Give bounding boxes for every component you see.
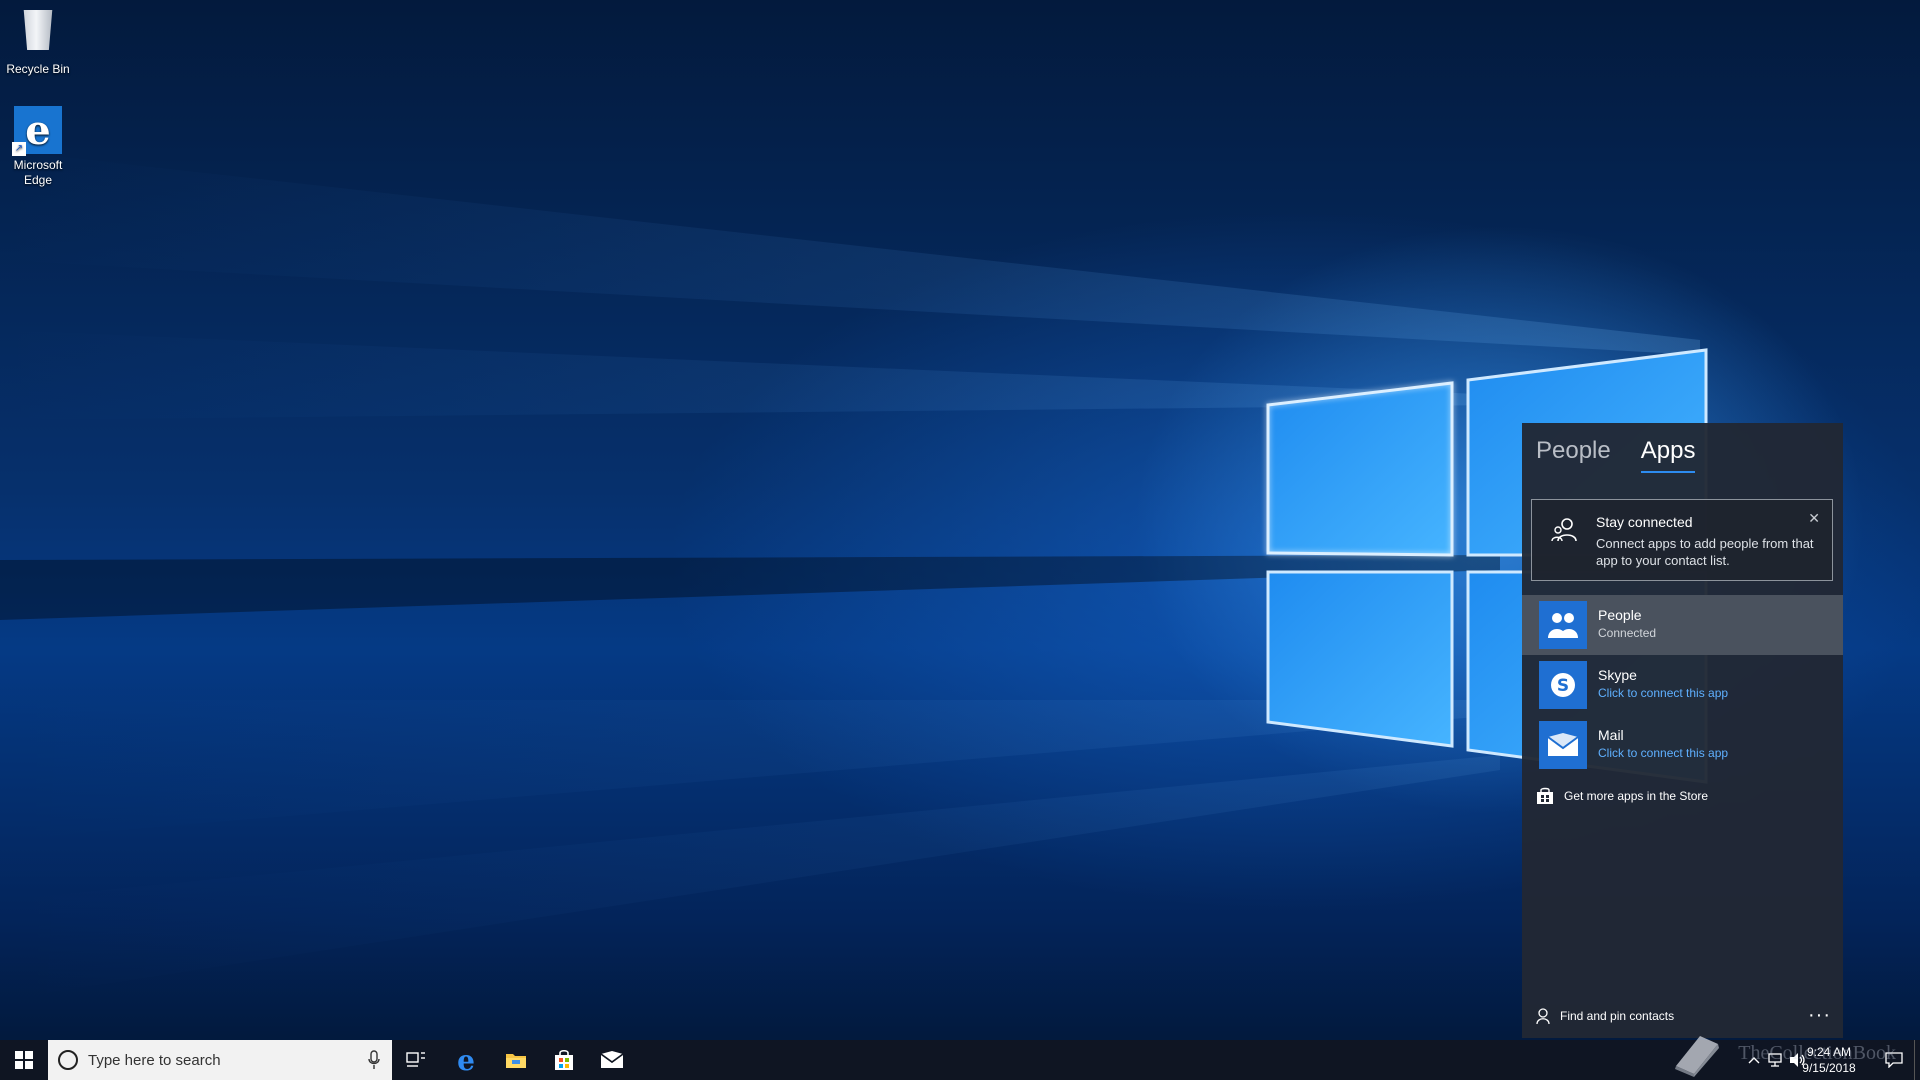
flyout-tabs: People Apps [1536, 437, 1696, 473]
people-flyout: People Apps Stay connected Connect apps … [1522, 423, 1843, 1038]
app-item-people[interactable]: People Connected [1522, 595, 1843, 655]
start-button[interactable] [0, 1040, 48, 1080]
watermark-book-icon [1675, 1036, 1719, 1077]
search-input[interactable] [88, 1051, 348, 1069]
desktop-icon-recycle-bin[interactable]: Recycle Bin [0, 6, 76, 77]
person-icon [1536, 1008, 1550, 1024]
skype-icon: S [1539, 661, 1587, 709]
microphone-icon[interactable] [368, 1050, 380, 1070]
task-view-icon [406, 1052, 425, 1067]
svg-text:S: S [1557, 676, 1569, 696]
taskbar-search-box[interactable] [48, 1040, 392, 1080]
connect-people-icon [1551, 518, 1577, 542]
find-pin-label: Find and pin contacts [1560, 1009, 1675, 1023]
mail-icon [600, 1051, 624, 1068]
taskbar-store-button[interactable] [540, 1040, 588, 1080]
connect-app-link[interactable]: Click to connect this app [1598, 686, 1728, 700]
taskbar: e [0, 1040, 1920, 1080]
taskbar-mail-button[interactable] [588, 1040, 636, 1080]
app-item-mail[interactable]: Mail Click to connect this app [1522, 715, 1843, 775]
mail-icon [1539, 721, 1587, 769]
desktop-icon-label: Microsoft Edge [13, 158, 63, 187]
connected-apps-list: People Connected S Skype Click to connec… [1522, 595, 1843, 775]
cortana-icon [58, 1050, 78, 1070]
people-icon [1539, 601, 1587, 649]
watermark-text: TheCollectionBook [1738, 1042, 1896, 1064]
banner-text: Connect apps to add people from that app… [1596, 536, 1814, 568]
store-icon [1537, 787, 1553, 804]
find-and-pin-contacts-button[interactable]: Find and pin contacts [1536, 1008, 1674, 1024]
edge-icon: e [457, 1043, 475, 1077]
shortcut-arrow-icon: ↗ [12, 142, 26, 156]
show-desktop-button[interactable] [1914, 1040, 1920, 1080]
store-link-label: Get more apps in the Store [1564, 789, 1709, 803]
stay-connected-banner: Stay connected Connect apps to add peopl… [1531, 499, 1833, 581]
app-status: Connected [1598, 626, 1657, 640]
close-icon[interactable]: ✕ [1808, 510, 1820, 527]
connect-app-link[interactable]: Click to connect this app [1598, 746, 1728, 760]
more-options-icon[interactable]: ··· [1808, 1004, 1831, 1027]
banner-title: Stay connected [1596, 514, 1693, 530]
recycle-bin-icon [14, 10, 62, 58]
edge-icon: e ↗ [12, 106, 62, 156]
desktop-icon-microsoft-edge[interactable]: e ↗ Microsoft Edge [0, 106, 76, 188]
desktop-icon-label: Recycle Bin [6, 62, 70, 76]
task-view-button[interactable] [392, 1040, 440, 1080]
file-explorer-icon [506, 1054, 526, 1068]
taskbar-file-explorer-button[interactable] [492, 1040, 540, 1080]
store-icon [555, 1049, 573, 1070]
app-name: People [1598, 607, 1642, 623]
tab-people[interactable]: People [1536, 437, 1611, 473]
app-item-skype[interactable]: S Skype Click to connect this app [1522, 655, 1843, 715]
tab-apps[interactable]: Apps [1640, 437, 1696, 473]
windows-logo-icon [15, 1051, 33, 1069]
app-name: Skype [1598, 667, 1637, 683]
taskbar-edge-button[interactable]: e [442, 1040, 490, 1080]
get-more-apps-link[interactable]: Get more apps in the Store [1536, 787, 1708, 805]
app-name: Mail [1598, 727, 1624, 743]
